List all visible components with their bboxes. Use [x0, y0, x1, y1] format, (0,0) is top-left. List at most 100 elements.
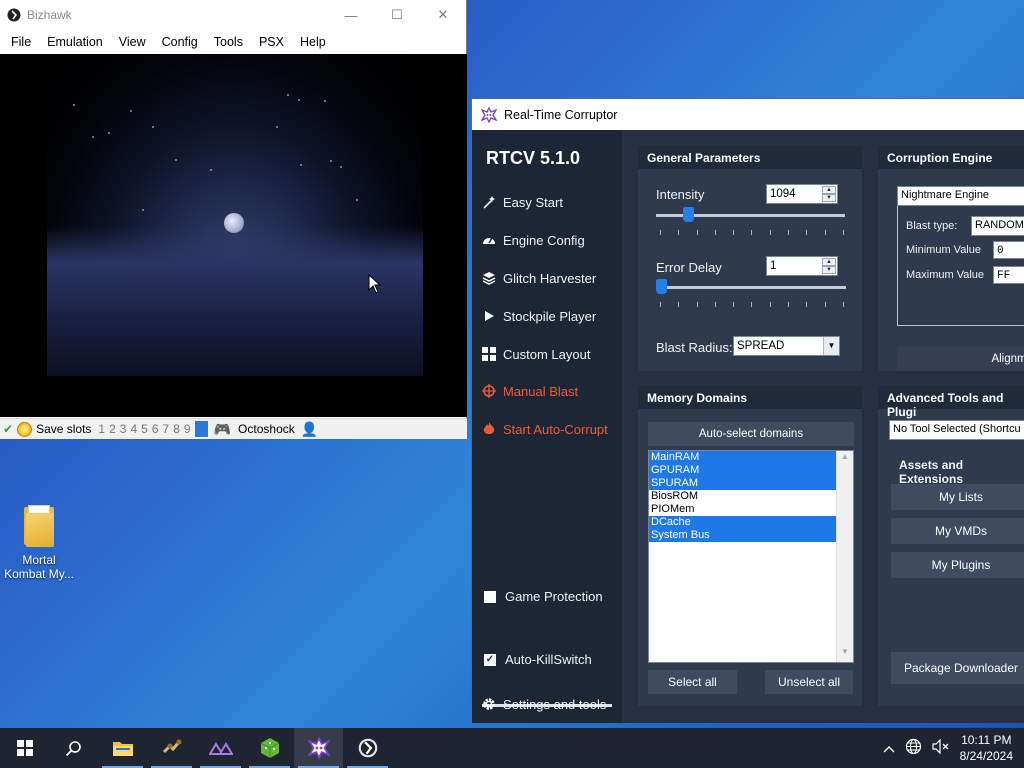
- desktop-folder-shortcut[interactable]: Mortal Kombat My...: [0, 503, 78, 581]
- error-delay-input[interactable]: 1 ▲ ▼: [766, 256, 838, 276]
- list-item[interactable]: BiosROM: [649, 490, 853, 503]
- taskbar-app-bizhawk-config[interactable]: [147, 728, 196, 768]
- my-lists-button[interactable]: My Lists: [891, 484, 1024, 510]
- minimize-button[interactable]: —: [328, 0, 374, 30]
- list-item[interactable]: GPURAM: [649, 464, 836, 477]
- menu-file[interactable]: File: [3, 35, 39, 49]
- checkbox-checked-icon[interactable]: ✓: [484, 653, 496, 666]
- alignment-button[interactable]: Alignme: [897, 347, 1024, 371]
- windows-logo-icon: [16, 740, 33, 756]
- active-slot-indicator[interactable]: [194, 421, 208, 437]
- nav-engine-config[interactable]: Engine Config: [481, 232, 585, 248]
- nav-settings-label: Settings and tools: [503, 696, 607, 712]
- list-item[interactable]: System Bus: [649, 529, 836, 542]
- nav-manual-blast[interactable]: Manual Blast: [481, 383, 578, 399]
- maximum-value-input[interactable]: FF: [993, 266, 1024, 284]
- save-slot-7[interactable]: 7: [163, 422, 170, 436]
- list-scrollbar[interactable]: ▲ ▼: [836, 451, 853, 662]
- intensity-input[interactable]: 1094 ▲ ▼: [766, 184, 838, 204]
- system-tray: 10:11 PM 8/24/2024: [878, 728, 1024, 768]
- auto-select-domains-button[interactable]: Auto-select domains: [648, 422, 854, 446]
- star: [142, 209, 144, 211]
- nav-custom-layout[interactable]: Custom Layout: [481, 346, 590, 362]
- volume-muted-icon[interactable]: [932, 738, 949, 757]
- save-slot-6[interactable]: 6: [152, 422, 159, 436]
- nav-auto-corrupt[interactable]: Start Auto-Corrupt: [481, 421, 608, 437]
- folder-icon: [112, 742, 133, 756]
- blast-type-select[interactable]: RANDOM: [971, 216, 1024, 236]
- start-button[interactable]: [0, 728, 49, 768]
- rtc-window: Real-Time Corruptor RTCV 5.1.0 Easy Star…: [471, 98, 1024, 723]
- nav-settings[interactable]: Settings and tools: [481, 696, 606, 712]
- error-delay-stepper[interactable]: ▲ ▼: [822, 258, 836, 274]
- my-vmds-button[interactable]: My VMDs: [891, 518, 1024, 544]
- search-button[interactable]: [49, 728, 98, 768]
- bizhawk-titlebar[interactable]: Bizhawk — ☐ ✕: [0, 0, 466, 30]
- auto-killswitch-checkbox[interactable]: ✓ Auto-KillSwitch: [481, 652, 592, 667]
- chevron-up-icon[interactable]: [883, 741, 895, 756]
- advanced-tools-header: Advanced Tools and Plugi: [878, 386, 1024, 419]
- nav-glitch-harvester[interactable]: Glitch Harvester: [481, 270, 596, 286]
- unselect-all-label: Unselect all: [777, 675, 841, 689]
- close-button[interactable]: ✕: [420, 0, 466, 30]
- menu-config[interactable]: Config: [154, 35, 206, 49]
- clock-date: 8/24/2024: [959, 749, 1013, 763]
- intensity-stepper[interactable]: ▲ ▼: [822, 186, 836, 202]
- taskbar-app-green-cube[interactable]: [245, 728, 294, 768]
- nav-stockpile-player[interactable]: Stockpile Player: [481, 308, 596, 324]
- nav-auto-corrupt-label: Start Auto-Corrupt: [503, 421, 608, 437]
- star: [92, 136, 94, 138]
- list-item[interactable]: SPURAM: [649, 477, 836, 490]
- menu-help[interactable]: Help: [292, 35, 334, 49]
- save-slot-8[interactable]: 8: [173, 422, 180, 436]
- save-slot-3[interactable]: 3: [120, 422, 127, 436]
- system-clock[interactable]: 10:11 PM 8/24/2024: [960, 732, 1013, 764]
- tool-select[interactable]: No Tool Selected (Shortcu: [889, 420, 1024, 440]
- save-slot-1[interactable]: 1: [98, 422, 105, 436]
- menu-emulation[interactable]: Emulation: [39, 35, 111, 49]
- minimum-value-input[interactable]: 0: [993, 241, 1024, 259]
- game-protection-checkbox[interactable]: Game Protection: [481, 589, 603, 604]
- gauge-icon: [481, 232, 497, 248]
- memory-domains-list[interactable]: MainRAM GPURAM SPURAM BiosROM PIOMem DCa…: [648, 450, 854, 663]
- taskbar-file-explorer[interactable]: [98, 728, 147, 768]
- maximize-button[interactable]: ☐: [374, 0, 420, 30]
- my-vmds-label: My VMDs: [935, 524, 987, 538]
- list-item[interactable]: PIOMem: [649, 503, 853, 516]
- checkbox-unchecked-icon[interactable]: [484, 590, 496, 603]
- menu-tools[interactable]: Tools: [206, 35, 251, 49]
- save-slot-2[interactable]: 2: [109, 422, 116, 436]
- bizhawk-window: Bizhawk — ☐ ✕ File Emulation View Config…: [0, 0, 467, 439]
- select-all-button[interactable]: Select all: [648, 670, 737, 694]
- save-slot-9[interactable]: 9: [184, 422, 191, 436]
- package-downloader-label: Package Downloader: [903, 661, 1019, 675]
- taskbar-app-mountains[interactable]: [196, 728, 245, 768]
- engine-select[interactable]: Nightmare Engine: [897, 186, 1024, 206]
- save-slot-5[interactable]: 5: [141, 422, 148, 436]
- advanced-tools-panel: Advanced Tools and Plugi No Tool Selecte…: [878, 386, 1024, 706]
- scroll-down-icon[interactable]: ▼: [837, 647, 853, 661]
- package-downloader-button[interactable]: Package Downloader: [891, 652, 1024, 684]
- taskbar-app-bizhawk[interactable]: [343, 728, 392, 768]
- list-item[interactable]: DCache: [649, 516, 836, 529]
- menu-view[interactable]: View: [111, 35, 154, 49]
- rtc-titlebar[interactable]: Real-Time Corruptor: [472, 99, 1024, 130]
- taskbar-app-rtc[interactable]: [294, 728, 343, 768]
- network-globe-icon[interactable]: [905, 738, 922, 758]
- game-screen[interactable]: [0, 54, 467, 417]
- intensity-slider-thumb[interactable]: [682, 207, 694, 222]
- my-plugins-button[interactable]: My Plugins: [891, 552, 1024, 578]
- nav-easy-start[interactable]: Easy Start: [481, 194, 563, 210]
- menu-psx[interactable]: PSX: [251, 35, 292, 49]
- scroll-up-icon[interactable]: ▲: [837, 452, 853, 466]
- alignment-label: Alignme: [991, 353, 1024, 365]
- rtc-app-icon: [307, 737, 330, 759]
- intensity-ticks: [660, 230, 844, 235]
- save-slot-4[interactable]: 4: [130, 422, 137, 436]
- list-item[interactable]: MainRAM: [649, 451, 836, 464]
- error-delay-slider-track[interactable]: [656, 286, 846, 289]
- blast-radius-select[interactable]: SPREAD ▼: [733, 336, 840, 356]
- error-delay-slider-thumb[interactable]: [656, 279, 667, 294]
- chevron-down-icon[interactable]: ▼: [823, 337, 839, 355]
- unselect-all-button[interactable]: Unselect all: [765, 670, 853, 694]
